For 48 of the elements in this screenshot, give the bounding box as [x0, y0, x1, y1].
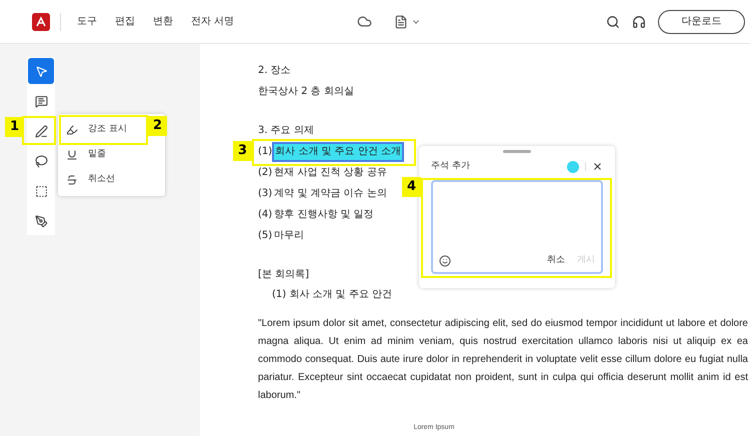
text-box-icon: [34, 184, 48, 198]
strikethrough-icon: [66, 174, 78, 186]
item-number: (5): [258, 229, 272, 243]
nav-link[interactable]: 전자 서명: [191, 14, 234, 29]
nav-link[interactable]: 편집: [115, 14, 135, 29]
highlighted-text: 회사 소개 및 주요 안건 소개: [274, 144, 402, 160]
lasso-icon: [34, 154, 48, 168]
document-text: 향후 진행사항 및 일정: [274, 208, 374, 222]
menu-item[interactable]: 밑줄: [63, 143, 143, 167]
search-icon[interactable]: [606, 14, 620, 28]
pen-icon: [34, 124, 48, 138]
close-icon[interactable]: [592, 161, 603, 172]
app-logo-icon[interactable]: [32, 12, 50, 30]
popup-title: 주석 추가: [431, 160, 470, 173]
nav-link[interactable]: 도구: [77, 14, 97, 29]
callout-number: 2: [148, 116, 167, 136]
item-number: (1): [258, 145, 272, 159]
nav-link[interactable]: 변환: [153, 14, 173, 29]
emoji-icon[interactable]: [439, 254, 451, 267]
document-text: 계약 및 계약금 이슈 논의: [274, 187, 387, 201]
callout-number: 3: [233, 141, 252, 161]
document-text: 현재 사업 진척 상황 공유: [274, 166, 387, 180]
document-text: 3. 주요 의제: [258, 124, 314, 138]
item-number: (3): [258, 187, 272, 201]
headset-icon[interactable]: [632, 14, 646, 28]
callout-number: 4: [402, 177, 421, 197]
callout-number: 1: [5, 117, 24, 137]
download-button[interactable]: 다운로드: [658, 10, 745, 34]
paragraph-text: "Lorem ipsum dolor sit amet, consectetur adipiscing elit, sed do eiusmod tempor incididunt ut labore et dolore magna aliqua. Ut enim ad minim veniam, quis nostrud exercitation ullamco laboris nisi ut aliquip ex ea commodo consequat. Duis aute irure dolor in reprehenderit in voluptate velit esse cillum dolore eu fugiat nulla pariatur. Excepteur sint occaecat cupidatat non proident, sunt in culpa qui officia deserunt mollit anim id est laborum.": [258, 317, 748, 403]
document-text: 한국상사 2 층 회의실: [258, 85, 354, 99]
item-number: (4): [258, 208, 272, 222]
underline-icon: [66, 149, 78, 161]
document-text: 2. 장소: [258, 64, 291, 78]
pointer-icon: [34, 64, 48, 78]
cancel-button[interactable]: 취소: [547, 254, 565, 268]
highlighter-icon: [66, 124, 78, 136]
item-number: (2): [258, 166, 272, 180]
document-icon[interactable]: [394, 14, 408, 28]
menu-item[interactable]: 강조 표시: [63, 118, 143, 142]
pen-nib-icon: [34, 214, 48, 228]
document-text: (1) 회사 소개 및 주요 안건: [272, 288, 392, 302]
drag-handle[interactable]: [503, 150, 531, 153]
comment-icon: [34, 94, 48, 108]
document-text: [본 회의록]: [258, 268, 309, 282]
menu-item[interactable]: 취소선: [63, 168, 143, 192]
document-text: 마무리: [274, 229, 304, 243]
tool-button[interactable]: [28, 58, 54, 84]
cloud-icon[interactable]: [357, 14, 372, 29]
